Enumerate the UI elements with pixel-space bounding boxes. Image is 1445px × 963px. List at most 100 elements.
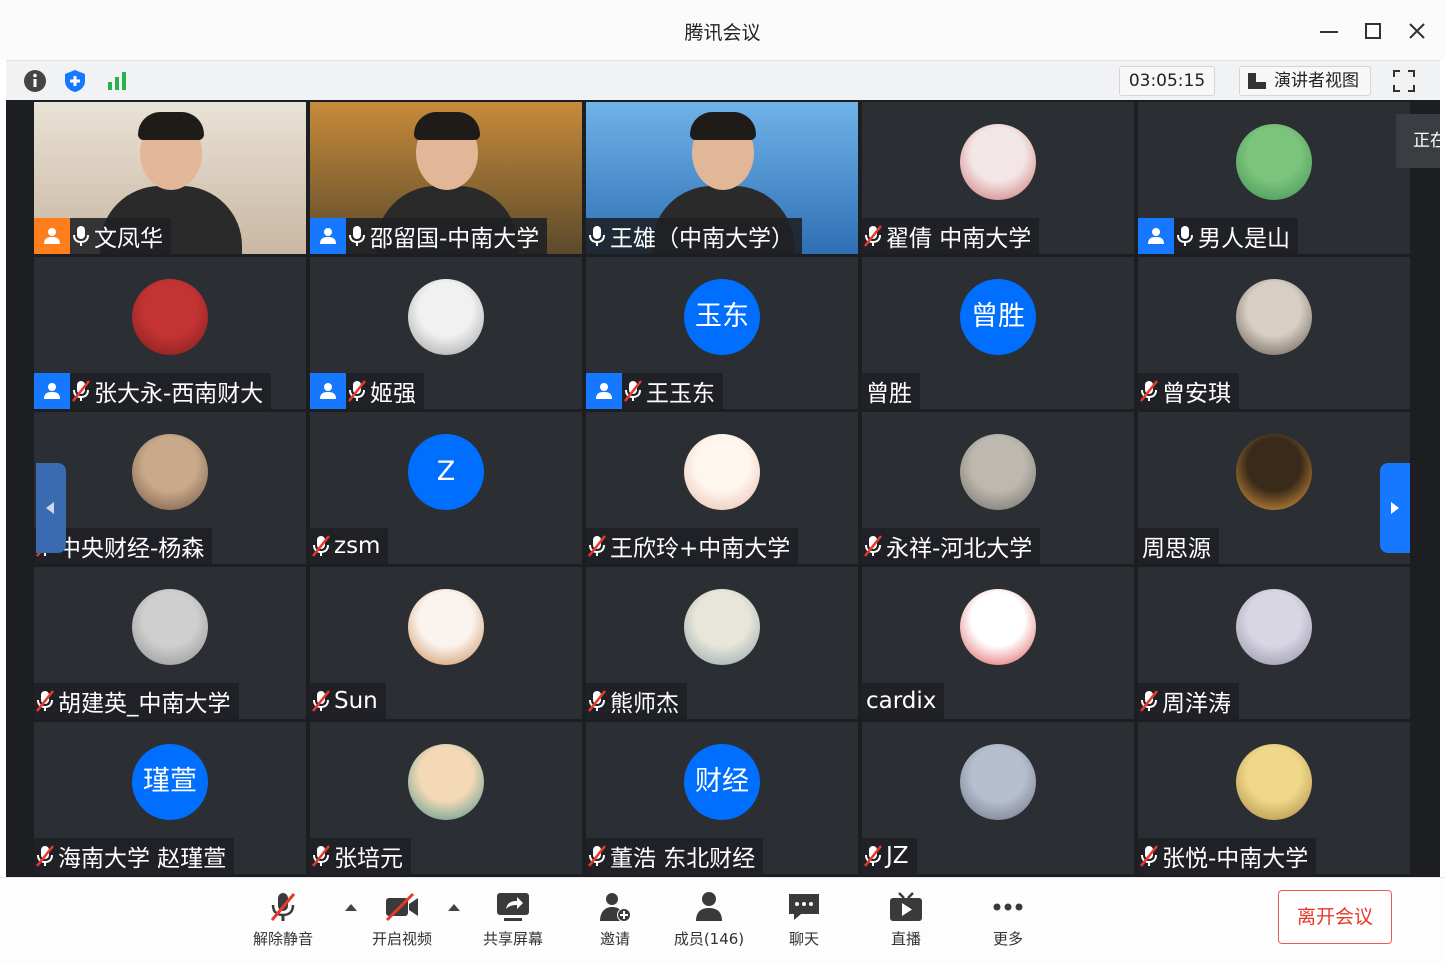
participant-name-bar: 文凤华: [34, 218, 171, 254]
minimize-button[interactable]: [1316, 18, 1342, 44]
participant-tile[interactable]: 玉东 王玉东: [586, 257, 858, 409]
more-button[interactable]: 更多: [968, 890, 1048, 956]
start-video-button[interactable]: 开启视频: [362, 890, 442, 956]
close-icon: [1409, 23, 1425, 39]
mic-icon: [1174, 218, 1196, 254]
invite-user-icon: [600, 893, 631, 922]
participant-tile[interactable]: 张悦-中南大学: [1138, 722, 1410, 874]
cohost-icon: [310, 373, 346, 409]
participant-name-bar: 男人是山: [1138, 218, 1298, 254]
participant-name-bar: 邵留国-中南大学: [310, 218, 548, 254]
participant-name: 曾胜: [866, 381, 912, 407]
participant-tile[interactable]: 男人是山: [1138, 102, 1410, 254]
live-broadcast-icon: [890, 892, 922, 921]
info-icon[interactable]: [22, 68, 48, 94]
fullscreen-button[interactable]: [1391, 68, 1417, 94]
participant-tile[interactable]: 瑾萱 海南大学 赵瑾萱: [34, 722, 306, 874]
participant-name: 张大永-西南财大: [94, 381, 264, 407]
participant-name: 中央财经-杨森: [58, 536, 205, 562]
members-button[interactable]: 成员(146): [669, 890, 749, 956]
meeting-toolbar: 03:05:15 演讲者视图: [6, 60, 1440, 100]
invite-label: 邀请: [599, 930, 630, 948]
participant-avatar: Z: [408, 434, 484, 510]
maximize-button[interactable]: [1360, 18, 1386, 44]
members-icon: [696, 892, 722, 921]
participant-avatar: 曾胜: [960, 279, 1036, 355]
participant-name-bar: 董浩 东北财经: [586, 838, 764, 874]
participant-tile[interactable]: 中央财经-杨森: [34, 412, 306, 564]
participant-name: JZ: [886, 843, 909, 869]
participant-avatar: [1236, 434, 1312, 510]
cohost-icon: [310, 218, 346, 254]
participant-tile[interactable]: 翟倩 中南大学: [862, 102, 1134, 254]
minimize-icon: [1320, 31, 1338, 33]
participant-name-bar: 张培元: [310, 838, 411, 874]
participant-name: 熊师杰: [610, 691, 679, 717]
participant-name-bar: zsm: [310, 528, 389, 564]
participant-tile[interactable]: 张大永-西南财大: [34, 257, 306, 409]
control-bar: 解除静音 开启视频 共享屏幕 邀请 成员(146) 聊天 直播 更多 离开会议: [0, 877, 1445, 963]
maximize-icon: [1365, 23, 1381, 39]
more-label: 更多: [992, 930, 1023, 948]
participant-avatar: [1236, 124, 1312, 200]
mic-muted-icon: [34, 683, 56, 719]
chat-button[interactable]: 聊天: [764, 890, 844, 956]
participant-avatar: [960, 589, 1036, 665]
mic-muted-icon: [586, 683, 608, 719]
meeting-window: 腾讯会议 03:05:15 演讲者视图 文凤华 邵留国-中南大学 王雄（中南大学…: [0, 0, 1445, 963]
video-options-caret[interactable]: [448, 904, 460, 911]
participant-name: 姬强: [370, 381, 416, 407]
live-button[interactable]: 直播: [866, 890, 946, 956]
participant-avatar: [684, 589, 760, 665]
participant-tile[interactable]: 曾胜 曾胜: [862, 257, 1134, 409]
audio-options-caret[interactable]: [345, 904, 357, 911]
participant-tile[interactable]: 文凤华: [34, 102, 306, 254]
participant-tile[interactable]: 周思源: [1138, 412, 1410, 564]
participant-tile[interactable]: 熊师杰: [586, 567, 858, 719]
participant-tile[interactable]: 邵留国-中南大学: [310, 102, 582, 254]
signal-strength-icon[interactable]: [104, 68, 130, 94]
participant-name: 文凤华: [94, 226, 163, 252]
participant-tile[interactable]: Sun: [310, 567, 582, 719]
participant-tile[interactable]: 曾安琪: [1138, 257, 1410, 409]
mic-muted-icon: [270, 893, 296, 921]
share-screen-button[interactable]: 共享屏幕: [473, 890, 553, 956]
leave-meeting-button[interactable]: 离开会议: [1278, 890, 1392, 944]
participant-name-bar: JZ: [862, 838, 917, 874]
mic-muted-icon: [310, 528, 332, 564]
invite-button[interactable]: 邀请: [575, 890, 655, 956]
participant-tile[interactable]: 姬强: [310, 257, 582, 409]
participant-avatar: [1236, 279, 1312, 355]
security-shield-icon[interactable]: [62, 68, 88, 94]
participant-avatar: [960, 744, 1036, 820]
participant-name-bar: 周思源: [1138, 528, 1219, 564]
close-button[interactable]: [1404, 18, 1430, 44]
speaking-indicator-tab[interactable]: 正在: [1396, 114, 1440, 168]
speaker-view-button[interactable]: 演讲者视图: [1239, 66, 1371, 96]
chat-label: 聊天: [788, 930, 819, 948]
mic-muted-icon: [1138, 838, 1160, 874]
participant-tile[interactable]: 周洋涛: [1138, 567, 1410, 719]
participant-grid: 文凤华 邵留国-中南大学 王雄（中南大学） 翟倩 中南大学 男人是山张大永-西南财大 姬强…: [34, 100, 1410, 874]
participant-tile[interactable]: 王欣玲+中南大学: [586, 412, 858, 564]
participant-avatar: [132, 589, 208, 665]
participant-name-bar: 熊师杰: [586, 683, 687, 719]
unmute-button[interactable]: 解除静音: [243, 890, 323, 956]
participant-tile[interactable]: cardix: [862, 567, 1134, 719]
participant-tile[interactable]: Zzsm: [310, 412, 582, 564]
participant-tile[interactable]: 胡建英_中南大学: [34, 567, 306, 719]
participant-name: 永祥-河北大学: [886, 536, 1033, 562]
previous-page-button[interactable]: [36, 463, 66, 553]
participant-tile[interactable]: JZ: [862, 722, 1134, 874]
mic-muted-icon: [70, 373, 92, 409]
participant-avatar: [132, 279, 208, 355]
participant-name: 曾安琪: [1162, 381, 1231, 407]
participant-tile[interactable]: 张培元: [310, 722, 582, 874]
next-page-button[interactable]: [1380, 463, 1410, 553]
participant-tile[interactable]: 永祥-河北大学: [862, 412, 1134, 564]
speaker-view-label: 演讲者视图: [1274, 71, 1359, 91]
participant-tile[interactable]: 王雄（中南大学）: [586, 102, 858, 254]
participant-tile[interactable]: 财经 董浩 东北财经: [586, 722, 858, 874]
meeting-timer: 03:05:15: [1119, 66, 1215, 96]
cohost-icon: [586, 373, 622, 409]
